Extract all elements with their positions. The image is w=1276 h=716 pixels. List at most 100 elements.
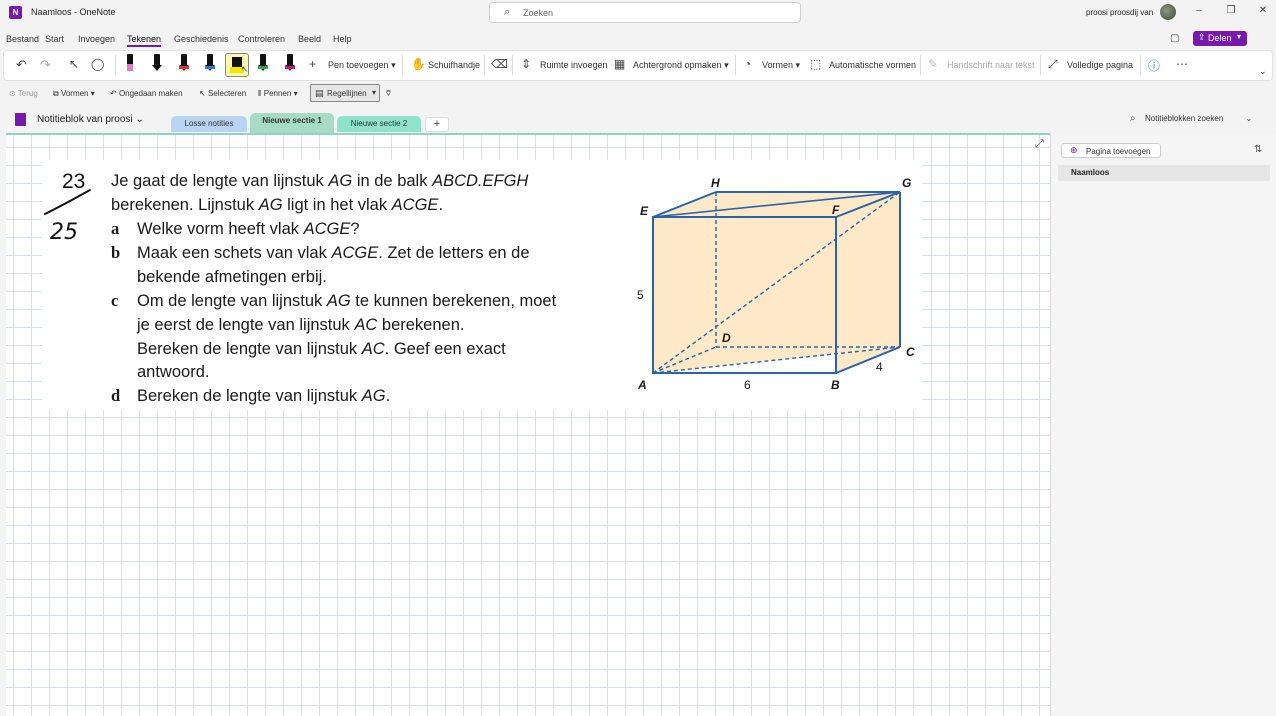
share-button[interactable]: ⇪ Delen ▾: [1193, 31, 1247, 46]
slide-button[interactable]: Schuifhandje: [428, 60, 480, 70]
pen-red[interactable]: [179, 54, 189, 72]
notebook-selector[interactable]: Notitieblok van proosi ⌄: [37, 114, 144, 125]
vertex-g: G: [902, 176, 911, 190]
menu-help[interactable]: Help: [333, 34, 352, 44]
ribbon-divider: [484, 55, 485, 75]
select-arrow-icon[interactable]: ↖: [69, 57, 79, 71]
ribbon-divider: [1140, 55, 1141, 75]
question-b-line-2: bekende afmetingen erbij.: [137, 268, 327, 286]
shapes-quick-button[interactable]: ⧉ Vormen ▾: [53, 89, 95, 99]
tab-losse-notities[interactable]: Losse notities: [171, 116, 247, 132]
auto-shapes-icon: ⬚: [810, 57, 822, 71]
vertex-d: D: [722, 331, 731, 345]
pen-magenta[interactable]: [285, 54, 295, 72]
question-c-line-1: Om de lengte van lijnstuk AG te kunnen b…: [137, 292, 557, 310]
pens-button[interactable]: ⦀ Pennen ▾: [258, 89, 298, 99]
user-name[interactable]: proosi proosdij van: [1086, 8, 1153, 17]
back-button[interactable]: ⊙ Terug: [9, 89, 38, 98]
notebook-view-icon[interactable]: ▢: [1170, 33, 1179, 44]
tab-nieuwe-sectie-2[interactable]: Nieuwe sectie 2: [337, 116, 421, 132]
more-options-icon[interactable]: ⋯: [1176, 57, 1188, 71]
background-button[interactable]: Achtergrond opmaken ▾: [633, 60, 729, 71]
select-button[interactable]: ↖ Selecteren: [199, 89, 246, 98]
expand-icon[interactable]: ⤢: [1035, 138, 1044, 151]
background-icon: ▦: [614, 57, 626, 71]
hand-icon: ✋: [411, 57, 426, 71]
full-page-button[interactable]: Volledige pagina: [1067, 60, 1133, 70]
onenote-logo-icon: N: [9, 6, 22, 19]
menu-controleren[interactable]: Controleren: [238, 34, 285, 44]
auto-shapes-button[interactable]: Automatische vormen: [829, 60, 916, 70]
ink-to-text-button[interactable]: Handschrift naar tekst: [947, 60, 1035, 70]
question-b-label: b: [111, 243, 121, 262]
search-input[interactable]: ⌕ Zoeken: [489, 2, 801, 23]
question-a-label: a: [111, 219, 120, 238]
pen-black-pink[interactable]: [125, 54, 135, 72]
plus-icon: +: [309, 57, 317, 71]
pen-add-button[interactable]: Pen toevoegen ▾: [328, 60, 396, 71]
intro-line-2: berekenen. Lijnstuk AG ligt in het vlak …: [111, 196, 444, 214]
full-page-icon: ⤢: [1048, 57, 1058, 71]
eraser-icon[interactable]: ⌫: [491, 57, 508, 71]
search-icon: ⌕: [504, 6, 511, 18]
rules-icon: ▤: [315, 88, 324, 98]
shapes-button[interactable]: Vormen ▾: [762, 60, 800, 71]
handwritten-score: 25: [44, 189, 91, 244]
add-section-button[interactable]: +: [425, 117, 449, 132]
add-page-icon: ⊕: [1070, 145, 1078, 155]
cuboid-figure: A B C D E F G H 5 6 4: [637, 176, 915, 392]
minimize-icon[interactable]: –: [1192, 5, 1206, 16]
insert-space-button[interactable]: Ruimte invoegen: [540, 60, 608, 70]
pen-black[interactable]: [152, 54, 162, 72]
restore-icon[interactable]: ❐: [1224, 5, 1238, 16]
rules-label: Regellijnen: [327, 89, 367, 98]
lasso-icon[interactable]: ◯: [91, 57, 104, 71]
page-item-naamloos[interactable]: Naamloos: [1058, 165, 1270, 181]
vertex-b: B: [831, 378, 840, 392]
avatar[interactable]: [1160, 4, 1176, 20]
vertex-h: H: [711, 176, 720, 190]
add-page-button[interactable]: ⊕ Pagina toevoegen: [1061, 143, 1161, 158]
ink-to-text-icon: ✎: [928, 57, 939, 71]
intro-line-1: Je gaat de lengte van lijnstuk AG in de …: [111, 172, 529, 190]
menu-start[interactable]: Start: [45, 34, 64, 44]
ribbon-divider: [1040, 55, 1041, 75]
dimension-width: 4: [876, 360, 883, 374]
chevron-down-icon[interactable]: ▾: [1237, 32, 1241, 41]
question-c-label: c: [111, 291, 119, 310]
pen-green[interactable]: [258, 54, 268, 72]
ribbon-divider: [512, 55, 513, 75]
vertex-f: F: [832, 203, 840, 217]
undo-icon[interactable]: ↶: [16, 57, 27, 73]
insert-space-icon: ⇕: [521, 57, 532, 71]
menu-invoegen[interactable]: Invoegen: [78, 34, 115, 44]
question-c-line-3: Bereken de lengte van lijnstuk AC. Geef …: [137, 340, 506, 358]
menu-geschiedenis[interactable]: Geschiedenis: [174, 34, 229, 44]
ribbon-divider: [115, 55, 116, 75]
ribbon-expand-icon[interactable]: ⌄: [1259, 66, 1267, 77]
redo-icon[interactable]: ↷: [40, 57, 51, 73]
dimension-length: 6: [744, 378, 751, 392]
menu-beeld[interactable]: Beeld: [298, 34, 321, 44]
menu-tekenen[interactable]: Tekenen: [127, 34, 162, 47]
pen-blue[interactable]: [205, 54, 215, 72]
undo-button[interactable]: ↶ Ongedaan maken: [110, 89, 183, 98]
share-icon: ⇪: [1198, 32, 1206, 42]
question-d: Bereken de lengte van lijnstuk AG.: [137, 387, 391, 405]
question-a: Welke vorm heeft vlak ACGE?: [137, 220, 360, 238]
close-icon[interactable]: ✕: [1256, 5, 1270, 16]
menu-bestand[interactable]: Bestand: [6, 34, 39, 44]
sort-icon[interactable]: ⇅: [1254, 144, 1262, 155]
help-icon[interactable]: ⓘ: [1148, 57, 1160, 74]
notebook-search[interactable]: Notitieblokken zoeken ⌄: [1145, 114, 1252, 123]
search-placeholder: Zoeken: [523, 8, 554, 18]
window-title: Naamloos - OneNote: [31, 7, 116, 17]
share-label: Delen: [1208, 33, 1232, 43]
search-icon: ⌕: [1130, 113, 1136, 124]
tab-nieuwe-sectie-1[interactable]: Nieuwe sectie 1: [250, 113, 334, 133]
customize-toolbar-icon[interactable]: ⩢: [386, 89, 391, 99]
dimension-height: 5: [637, 288, 644, 302]
page-list-panel: [1050, 133, 1276, 716]
highlighter-yellow[interactable]: ↖: [225, 53, 249, 77]
rules-button[interactable]: ▤ Regellijnen ▾: [310, 84, 380, 102]
